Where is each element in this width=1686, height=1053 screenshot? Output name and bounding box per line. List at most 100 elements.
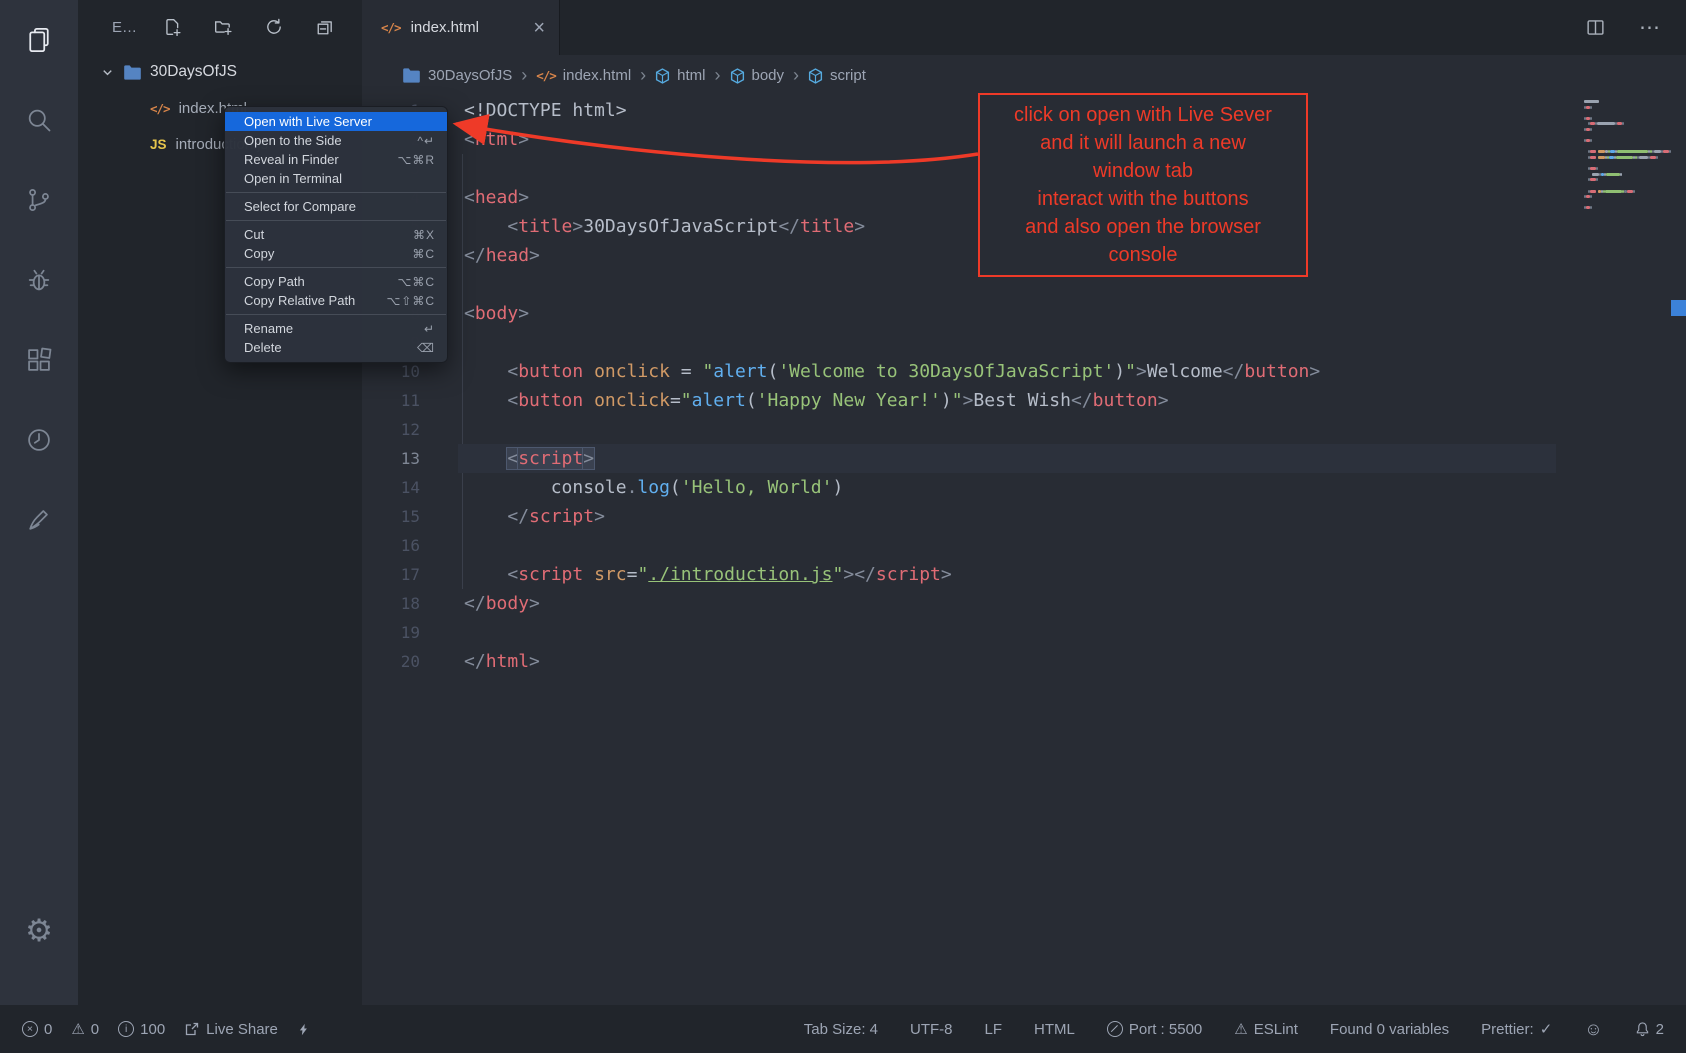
breadcrumb-item-body[interactable]: body: [730, 67, 785, 84]
annotation-text-line: interact with the buttons: [984, 185, 1302, 213]
status-port-5500[interactable]: Port : 5500: [1107, 1021, 1202, 1038]
code-line[interactable]: 20</html>: [362, 647, 1686, 676]
menu-item-cut[interactable]: Cut⌘X: [225, 225, 447, 244]
status-100[interactable]: i 100: [118, 1021, 165, 1038]
status-left: ×0⚠0i100Live Share: [22, 1021, 310, 1038]
code-line[interactable]: 16: [362, 531, 1686, 560]
run-debug-icon[interactable]: [0, 240, 78, 320]
status-html[interactable]: HTML: [1034, 1021, 1075, 1038]
minimap-line: [1584, 139, 1670, 142]
menu-item-open-to-the-side[interactable]: Open to the Side^↵: [225, 131, 447, 150]
collapse-all-icon[interactable]: [316, 18, 334, 36]
breadcrumb-label: 30DaysOfJS: [428, 67, 512, 84]
line-number[interactable]: 20: [362, 647, 420, 676]
chevron-right-icon: ›: [521, 65, 527, 86]
breadcrumb-item-script[interactable]: script: [808, 67, 866, 84]
code-line[interactable]: 9: [362, 328, 1686, 357]
explorer-icon[interactable]: [0, 0, 78, 80]
breadcrumb: 30DaysOfJS›</>index.html›html›body›scrip…: [362, 55, 1686, 96]
status-label: UTF-8: [910, 1021, 953, 1038]
code-line[interactable]: 18</body>: [362, 589, 1686, 618]
menu-item-copy-relative-path[interactable]: Copy Relative Path⌥⇧⌘C: [225, 291, 447, 310]
menu-item-select-for-compare[interactable]: Select for Compare: [225, 197, 447, 216]
code-line[interactable]: 11 <button onclick="alert('Happy New Yea…: [362, 386, 1686, 415]
line-number[interactable]: 12: [362, 415, 420, 444]
info-circle-icon: i: [118, 1021, 134, 1037]
status-live-share[interactable]: Live Share: [184, 1021, 278, 1038]
status-label: 100: [140, 1021, 165, 1038]
minimap-line: [1584, 162, 1670, 165]
code-line[interactable]: 15 </script>: [362, 502, 1686, 531]
menu-separator: [226, 267, 446, 268]
menu-separator: [226, 192, 446, 193]
warning-triangle-icon: ⚠: [71, 1022, 84, 1037]
line-number[interactable]: 15: [362, 502, 420, 531]
line-number[interactable]: 13: [362, 444, 420, 473]
minimap-line: [1584, 122, 1670, 125]
settings-gear-icon[interactable]: ⚙: [0, 899, 78, 963]
status-eslint[interactable]: ⚠ESLint: [1234, 1021, 1298, 1038]
line-number[interactable]: 14: [362, 473, 420, 502]
pen-icon[interactable]: [0, 480, 78, 560]
line-number[interactable]: 16: [362, 531, 420, 560]
line-content: </script>: [420, 502, 605, 531]
status-0[interactable]: ⚠0: [71, 1021, 99, 1038]
folder-root-30daysofjs[interactable]: 30DaysOfJS: [78, 54, 362, 90]
search-icon[interactable]: [0, 80, 78, 160]
menu-item-copy[interactable]: Copy⌘C: [225, 244, 447, 263]
tab-index-html[interactable]: </> index.html ×: [362, 0, 560, 55]
status-lightning[interactable]: [297, 1022, 310, 1037]
code-line[interactable]: 14 console.log('Hello, World'): [362, 473, 1686, 502]
line-number[interactable]: 17: [362, 560, 420, 589]
cube-icon: [808, 68, 823, 84]
code-line[interactable]: 19: [362, 618, 1686, 647]
menu-item-open-in-terminal[interactable]: Open in Terminal: [225, 169, 447, 188]
source-control-icon[interactable]: [0, 160, 78, 240]
menu-item-rename[interactable]: Rename↵: [225, 319, 447, 338]
line-number[interactable]: 18: [362, 589, 420, 618]
code-line[interactable]: 10 <button onclick = "alert('Welcome to …: [362, 357, 1686, 386]
close-tab-icon[interactable]: ×: [533, 18, 545, 38]
refresh-icon[interactable]: [265, 18, 283, 36]
status-utf-8[interactable]: UTF-8: [910, 1021, 953, 1038]
status-tab-size-4[interactable]: Tab Size: 4: [804, 1021, 878, 1038]
menu-shortcut: ⌫: [417, 341, 435, 355]
status-smiley[interactable]: ☺: [1584, 1020, 1602, 1038]
status-prettier[interactable]: Prettier:✓: [1481, 1021, 1552, 1038]
code-line[interactable]: 17 <script src="./introduction.js"></scr…: [362, 560, 1686, 589]
breadcrumb-item-html[interactable]: html: [655, 67, 705, 84]
split-editor-icon[interactable]: [1586, 18, 1605, 37]
minimap-line: [1584, 178, 1670, 181]
clock-icon[interactable]: [0, 400, 78, 480]
minimap-line: [1584, 173, 1670, 176]
line-number[interactable]: 19: [362, 618, 420, 647]
status-label: Port : 5500: [1129, 1021, 1202, 1038]
breadcrumb-item-index-html[interactable]: </>index.html: [536, 67, 631, 84]
extensions-icon[interactable]: [0, 320, 78, 400]
menu-item-open-with-live-server[interactable]: Open with Live Server: [225, 112, 447, 131]
breadcrumb-item-30daysofjs[interactable]: 30DaysOfJS: [402, 67, 512, 84]
status-2[interactable]: 2: [1635, 1021, 1664, 1038]
code-line[interactable]: 8<body>: [362, 299, 1686, 328]
menu-item-copy-path[interactable]: Copy Path⌥⌘C: [225, 272, 447, 291]
code-line[interactable]: 12: [362, 415, 1686, 444]
new-file-icon[interactable]: [163, 18, 181, 36]
status-label: LF: [985, 1021, 1003, 1038]
explorer-toolbar: [163, 18, 334, 36]
annotation-text-line: click on open with Live Sever: [984, 101, 1302, 129]
status-0[interactable]: ×0: [22, 1021, 52, 1038]
menu-item-delete[interactable]: Delete⌫: [225, 338, 447, 357]
menu-item-reveal-in-finder[interactable]: Reveal in Finder⌥⌘R: [225, 150, 447, 169]
status-found-0-variables[interactable]: Found 0 variables: [1330, 1021, 1449, 1038]
activity-bar-bottom: ⚙: [0, 899, 78, 963]
line-content: <button onclick = "alert('Welcome to 30D…: [420, 357, 1320, 386]
code-line[interactable]: 13 <script>: [362, 444, 1686, 473]
new-folder-icon[interactable]: [214, 18, 232, 36]
minimap[interactable]: [1584, 100, 1670, 212]
minimap-line: [1584, 167, 1670, 170]
line-number[interactable]: 11: [362, 386, 420, 415]
status-lf[interactable]: LF: [985, 1021, 1003, 1038]
status-label: 0: [91, 1021, 99, 1038]
annotation-text-line: and also open the browser: [984, 213, 1302, 241]
more-actions-icon[interactable]: ⋯: [1639, 15, 1660, 40]
